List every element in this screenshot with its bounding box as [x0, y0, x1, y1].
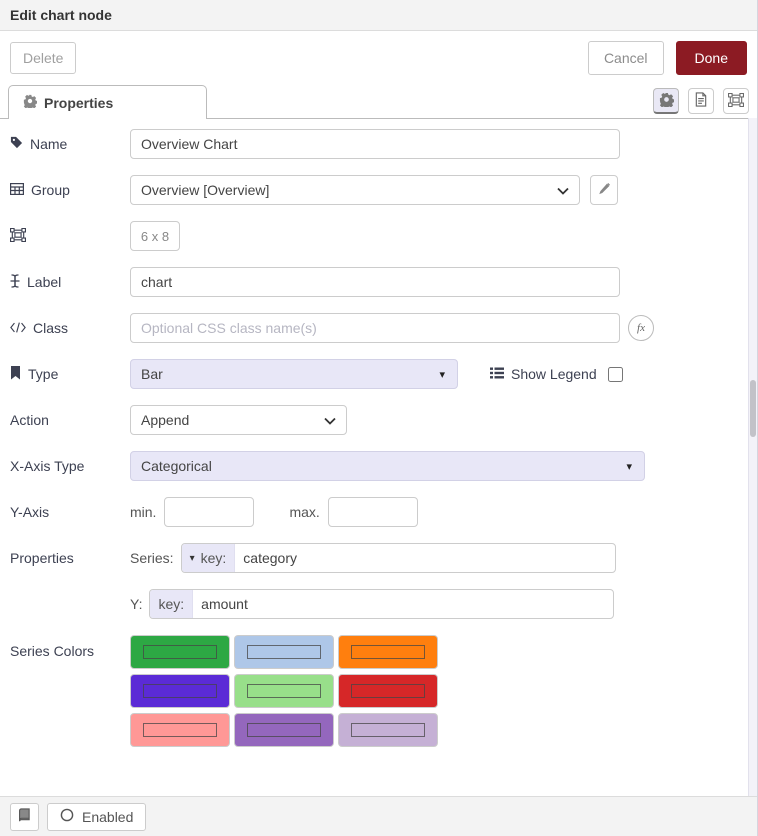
y-prop-label: Y:	[130, 596, 142, 612]
caret-down-icon: ▾	[626, 460, 632, 473]
color-swatch-5[interactable]	[234, 674, 334, 708]
vertical-scrollbar[interactable]	[748, 118, 757, 796]
node-help-button[interactable]	[10, 803, 39, 831]
class-label: Class	[10, 320, 130, 336]
done-button[interactable]: Done	[676, 41, 747, 75]
dialog-footer: Enabled	[0, 796, 757, 836]
list-icon	[490, 366, 504, 382]
properties-label: Properties	[10, 550, 130, 566]
series-key-value[interactable]: category	[235, 544, 305, 572]
class-input[interactable]	[130, 313, 620, 343]
action-select[interactable]: Append	[130, 405, 347, 435]
y-axis-label: Y-Axis	[10, 504, 130, 520]
y-min-input[interactable]	[164, 497, 254, 527]
color-swatch-7[interactable]	[130, 713, 230, 747]
chart-type-dropdown[interactable]: Bar ▾	[130, 359, 458, 389]
enabled-toggle-button[interactable]: Enabled	[47, 803, 146, 831]
bookmark-icon	[10, 366, 21, 383]
size-button[interactable]: 6 x 8	[130, 221, 180, 251]
y-key-value[interactable]: amount	[193, 590, 256, 618]
enabled-label: Enabled	[82, 809, 133, 825]
group-select[interactable]: Overview [Overview]	[130, 175, 580, 205]
properties-form: Name Group Overview [Overview]	[0, 119, 757, 796]
dialog-header: Edit chart node	[0, 0, 757, 31]
object-group-icon	[728, 93, 744, 110]
chevron-down-icon	[324, 412, 336, 428]
tab-properties[interactable]: Properties	[8, 85, 207, 119]
y-min-label: min.	[130, 504, 156, 520]
color-swatch-1[interactable]	[130, 635, 230, 669]
show-legend-group: Show Legend	[490, 366, 623, 382]
series-colors-grid	[130, 635, 438, 747]
series-colors-label: Series Colors	[10, 643, 130, 659]
fx-icon: fx	[628, 315, 654, 341]
appearance-button[interactable]	[723, 88, 749, 114]
class-row: Class fx	[10, 313, 747, 343]
caret-down-icon: ▾	[439, 368, 445, 381]
table-icon	[10, 182, 24, 198]
label-row: Label	[10, 267, 747, 297]
show-legend-label: Show Legend	[511, 366, 597, 382]
name-row: Name	[10, 129, 747, 159]
label-label: Label	[10, 274, 130, 291]
show-legend-checkbox[interactable]	[608, 367, 623, 382]
x-axis-label: X-Axis Type	[10, 458, 130, 474]
text-cursor-icon	[10, 274, 20, 291]
edit-description-button[interactable]	[688, 88, 714, 114]
size-label	[10, 228, 130, 245]
x-axis-type-dropdown[interactable]: Categorical ▾	[130, 451, 645, 481]
action-label: Action	[10, 412, 130, 428]
tab-properties-label: Properties	[44, 95, 113, 111]
tag-icon	[10, 136, 23, 152]
y-axis-row: Y-Axis min. max.	[10, 497, 747, 527]
gear-icon	[23, 94, 37, 111]
action-row: Action Append	[10, 405, 747, 435]
book-icon	[18, 808, 31, 825]
caret-down-icon: ▾	[190, 553, 195, 564]
series-property-row: Properties Series: ▾ key: category	[10, 543, 747, 573]
series-typed-input[interactable]: ▾ key: category	[181, 543, 616, 573]
scrollbar-thumb[interactable]	[750, 380, 756, 437]
label-input[interactable]	[130, 267, 620, 297]
tab-bar: Properties	[0, 84, 757, 119]
y-typed-input[interactable]: key: amount	[149, 589, 614, 619]
edit-group-button[interactable]	[590, 175, 618, 205]
color-swatch-6[interactable]	[338, 674, 438, 708]
edit-properties-button[interactable]	[653, 88, 679, 114]
series-colors-row: Series Colors	[10, 635, 747, 747]
color-swatch-2[interactable]	[234, 635, 334, 669]
color-swatch-9[interactable]	[338, 713, 438, 747]
color-swatch-8[interactable]	[234, 713, 334, 747]
button-tray: Delete Cancel Done	[0, 31, 757, 84]
color-swatch-3[interactable]	[338, 635, 438, 669]
type-row: Type Bar ▾ Show Legend	[10, 359, 747, 389]
color-swatch-4[interactable]	[130, 674, 230, 708]
circle-status-icon	[60, 808, 74, 825]
size-row: 6 x 8	[10, 221, 747, 251]
series-type-dropdown[interactable]: ▾ key:	[182, 544, 236, 572]
y-max-label: max.	[289, 504, 319, 520]
name-label: Name	[10, 136, 130, 152]
y-max-input[interactable]	[328, 497, 418, 527]
group-row: Group Overview [Overview]	[10, 175, 747, 205]
code-icon	[10, 320, 26, 336]
chevron-down-icon	[557, 182, 569, 198]
y-property-row: Y: key: amount	[10, 589, 747, 619]
group-label: Group	[10, 182, 130, 198]
series-label: Series:	[130, 550, 174, 566]
dialog-title: Edit chart node	[10, 7, 112, 23]
document-icon	[694, 92, 708, 110]
object-group-icon	[10, 228, 26, 245]
gear-icon	[659, 92, 674, 110]
cancel-button[interactable]: Cancel	[588, 41, 664, 75]
name-input[interactable]	[130, 129, 620, 159]
type-label: Type	[10, 366, 130, 383]
y-key-prefix: key:	[150, 590, 193, 618]
delete-button[interactable]: Delete	[10, 42, 76, 74]
x-axis-row: X-Axis Type Categorical ▾	[10, 451, 747, 481]
pencil-icon	[598, 183, 610, 198]
